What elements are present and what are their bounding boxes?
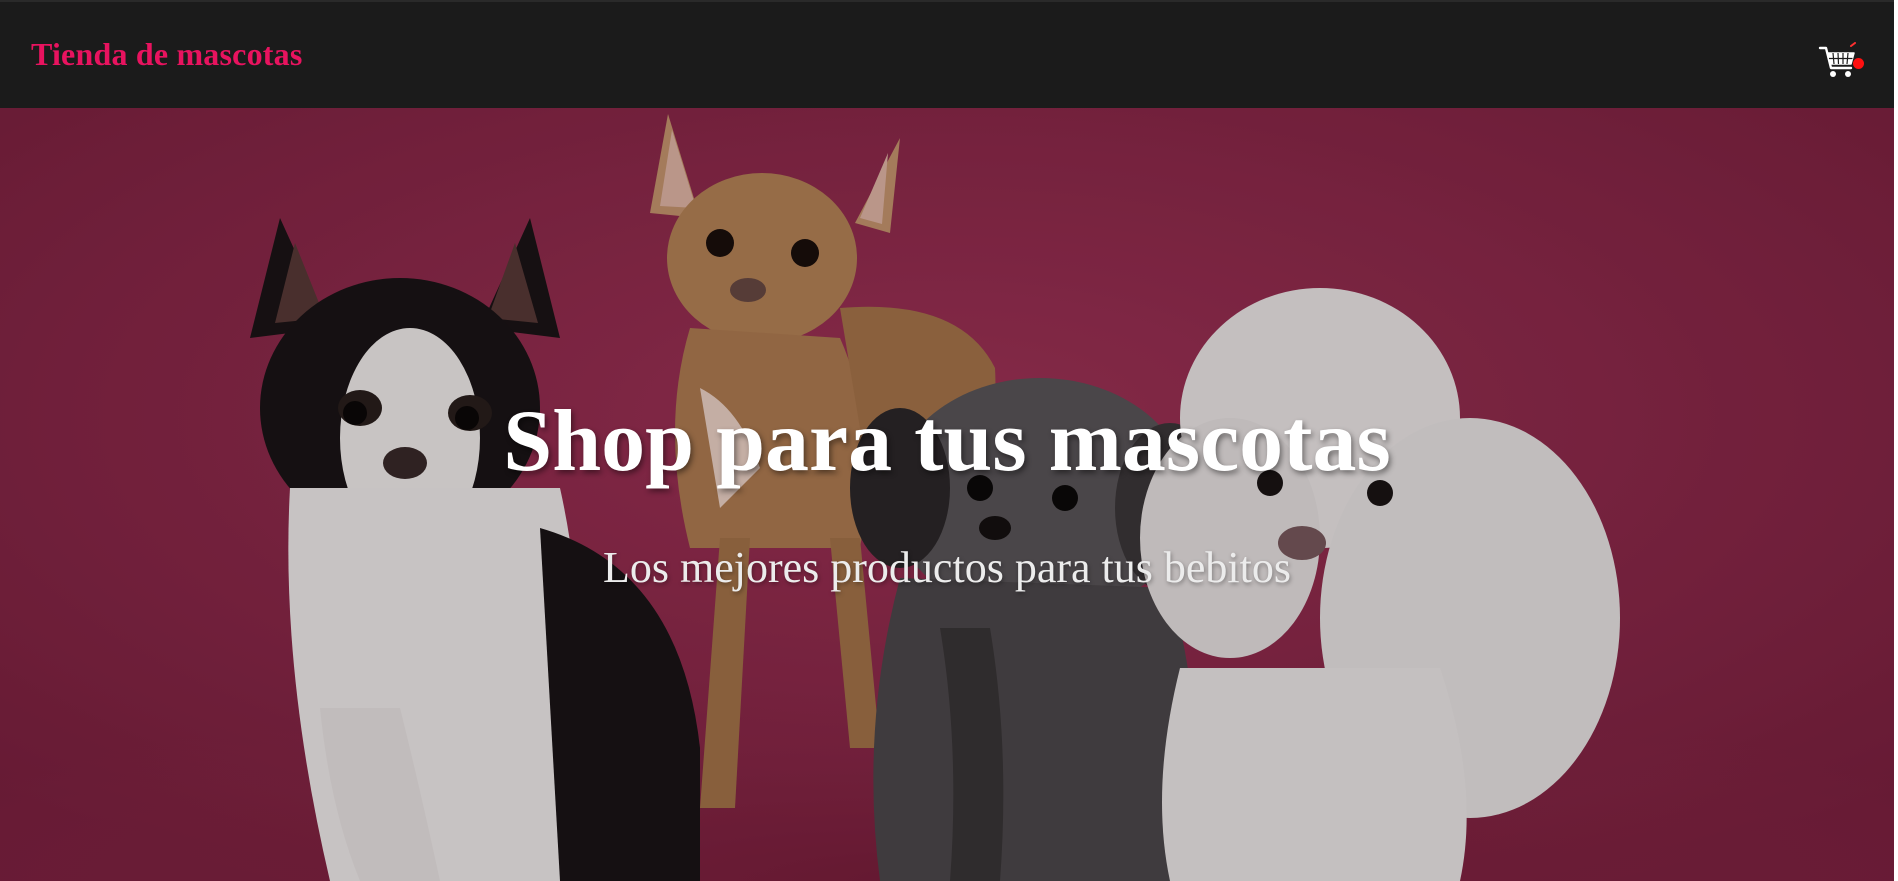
hero-subtitle: Los mejores productos para tus bebitos <box>603 543 1291 592</box>
top-navbar: Tienda de mascotas <box>0 0 1894 108</box>
cart-button[interactable] <box>1818 42 1864 82</box>
page-right-edge <box>1894 0 1898 881</box>
hero-dark-overlay <box>0 108 1894 881</box>
hero-banner: Shop para tus mascotas Los mejores produ… <box>0 108 1894 881</box>
shopping-cart-icon <box>1818 42 1856 77</box>
brand-logo-link[interactable]: Tienda de mascotas <box>31 38 302 70</box>
cart-notification-dot <box>1853 58 1864 69</box>
hero-title: Shop para tus mascotas <box>503 393 1391 490</box>
